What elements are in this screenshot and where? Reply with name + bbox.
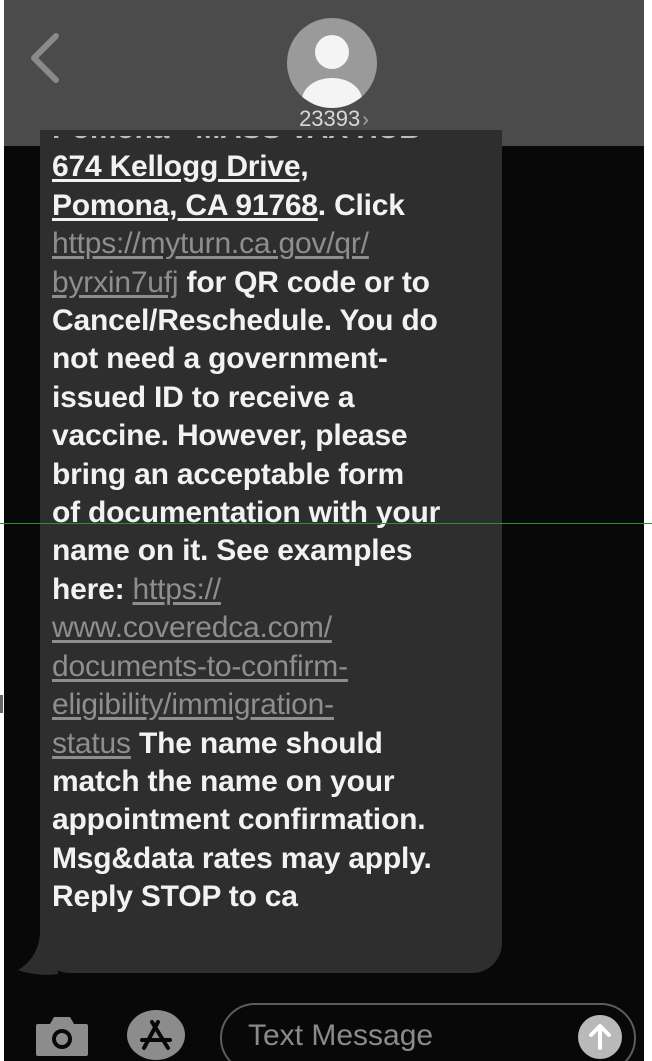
message-line: appointment confirmation. (52, 803, 426, 837)
message-line: of documentation with your (52, 496, 441, 530)
message-line: Cancel/Reschedule. You do (52, 304, 438, 338)
message-line: not need a government- (52, 342, 388, 376)
app-store-icon[interactable] (124, 1008, 188, 1061)
message-line: Pomona - MASS VAX HUB (52, 112, 421, 145)
message-line: vaccine. However, please (52, 419, 408, 453)
message-line: . Click (317, 188, 405, 222)
message-line: The name should (130, 726, 383, 760)
documents-link[interactable]: documents-to-confirm- (52, 650, 348, 683)
message-line: issued ID to receive a (52, 380, 355, 414)
message-line: Msg&data rates may apply. (52, 841, 432, 875)
messages-screen: 23393 › Pomona - MASS VAX HUB 674 Kellogg… (4, 0, 644, 1061)
scan-line (0, 523, 652, 524)
bubble-tail (18, 930, 58, 975)
qr-code-link[interactable]: https://myturn.ca.gov/qr/ (52, 227, 369, 260)
documents-link[interactable]: https:// (133, 573, 222, 606)
qr-code-link[interactable]: byrxin7ufj (52, 266, 179, 299)
message-line: name on it. See examples (52, 534, 413, 568)
chevron-left-icon[interactable] (26, 30, 66, 86)
message-line: Reply STOP to ca (52, 880, 298, 914)
message-input-placeholder: Text Message (248, 1019, 434, 1052)
message-line: for QR code or to (178, 265, 430, 299)
page-edge-mark (0, 695, 3, 713)
message-line: here: (52, 572, 133, 606)
message-line: bring an acceptable form (52, 457, 404, 491)
message-input[interactable]: Text Message (220, 1003, 636, 1061)
arrow-up-icon (589, 1024, 611, 1050)
send-button[interactable] (578, 1015, 622, 1059)
contact-avatar[interactable] (287, 18, 377, 108)
message-text: Pomona - MASS VAX HUB 674 Kellogg Drive,… (52, 110, 502, 917)
documents-link[interactable]: www.coveredca.com/ (52, 611, 332, 644)
address-link[interactable]: 674 Kellogg Drive, (52, 150, 309, 183)
address-link[interactable]: Pomona, CA 91768 (52, 189, 318, 222)
camera-icon[interactable] (34, 1012, 90, 1058)
documents-link[interactable]: status (52, 727, 131, 760)
message-line: match the name on your (52, 764, 395, 798)
documents-link[interactable]: eligibility/immigration- (52, 688, 334, 721)
person-silhouette-icon (302, 35, 362, 108)
